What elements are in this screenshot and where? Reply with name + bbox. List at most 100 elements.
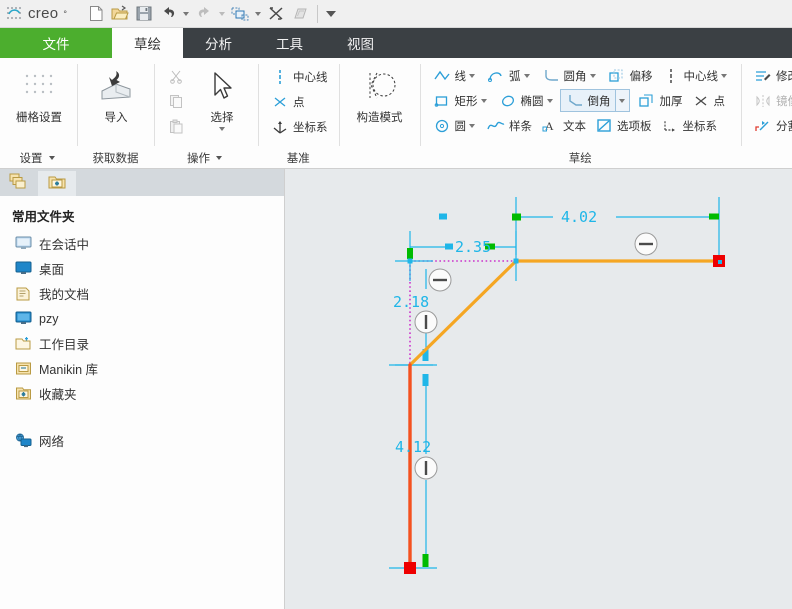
regenerate-icon[interactable] xyxy=(230,4,250,24)
import-label: 导入 xyxy=(104,112,128,124)
copy-button[interactable] xyxy=(162,89,193,114)
sketch-point-button[interactable]: 点 xyxy=(687,88,730,113)
nav-item-in-session[interactable]: 在会话中 xyxy=(0,231,284,256)
arc-button[interactable]: 弧 xyxy=(482,63,537,88)
customize-toolbar-icon[interactable] xyxy=(326,10,336,17)
creo-logo-trademark: ° xyxy=(63,8,67,19)
group-title-sketching: 草绘 xyxy=(420,148,742,168)
tab-file[interactable]: 文件 xyxy=(0,28,112,58)
palette-icon xyxy=(594,117,614,135)
desktop-icon xyxy=(14,261,32,277)
undo-icon[interactable] xyxy=(158,4,178,24)
undo-dropdown-caret[interactable] xyxy=(183,11,189,16)
dim-value-402[interactable]: 4.02 xyxy=(561,208,597,226)
graphics-window[interactable]: 4.02 2.35 2.18 4.12 xyxy=(285,169,792,609)
badge-horizontal-top[interactable] xyxy=(634,232,658,256)
user-folder-icon xyxy=(14,311,32,327)
spline-button[interactable]: 样条 xyxy=(482,113,536,138)
chamfer-dropdown-caret[interactable] xyxy=(615,89,630,112)
nav-item-my-documents[interactable]: 我的文档 xyxy=(0,281,284,306)
ellipse-button[interactable]: 椭圆 xyxy=(494,88,560,113)
select-button[interactable]: 选择 xyxy=(193,64,251,131)
paste-button[interactable] xyxy=(162,114,193,139)
grid-settings-button[interactable]: 栅格设置 xyxy=(8,64,70,125)
rectangle-icon xyxy=(432,92,452,110)
navigator-body: 常用文件夹 在会话中 桌面 我的文档 pzy 工作目录 Manikin 库 收藏… xyxy=(0,196,284,609)
regenerate-dropdown-caret[interactable] xyxy=(255,11,261,16)
offset-button[interactable]: 偏移 xyxy=(603,63,657,88)
tab-sketch[interactable]: 草绘 xyxy=(112,28,183,58)
text-label: 文本 xyxy=(563,120,586,133)
circle-button[interactable]: 圆 xyxy=(428,113,483,138)
nav-item-network[interactable]: 网络 xyxy=(0,428,284,453)
line-button[interactable]: 线 xyxy=(428,63,483,88)
ellipse-label: 椭圆 xyxy=(520,95,544,108)
thicken-button[interactable]: 加厚 xyxy=(633,88,687,113)
circle-label: 圆 xyxy=(454,120,467,133)
tab-analysis[interactable]: 分析 xyxy=(183,28,254,58)
constraint-badges[interactable] xyxy=(414,232,658,480)
navigator-tab-strip xyxy=(0,169,284,196)
nav-item-working-directory[interactable]: 工作目录 xyxy=(0,331,284,356)
favorites-tab[interactable] xyxy=(38,171,76,196)
vertex-corner[interactable] xyxy=(513,258,519,264)
datum-centerline-button[interactable]: 中心线 xyxy=(266,64,332,89)
rectangle-dropdown-caret[interactable] xyxy=(480,98,487,103)
creo-logo-icon xyxy=(6,6,23,21)
close-icon[interactable] xyxy=(266,4,286,24)
sketch-geometry[interactable] xyxy=(408,259,721,570)
new-file-icon[interactable] xyxy=(86,4,106,24)
nav-item-in-session-label: 在会话中 xyxy=(39,238,90,252)
import-button[interactable]: 导入 xyxy=(85,64,147,125)
nav-item-desktop[interactable]: 桌面 xyxy=(0,256,284,281)
dim-value-412[interactable]: 4.12 xyxy=(395,438,431,456)
circle-dropdown-caret[interactable] xyxy=(469,123,475,128)
fillet-button[interactable]: 圆角 xyxy=(537,63,603,88)
divide-button[interactable]: 分割 xyxy=(749,113,792,138)
redo-dropdown-caret[interactable] xyxy=(219,11,225,16)
modify-button[interactable]: 修改 xyxy=(749,63,792,88)
rectangle-button[interactable]: 矩形 xyxy=(428,88,494,113)
dim-value-218[interactable]: 2.18 xyxy=(393,293,429,311)
group-title-operations[interactable]: 操作 xyxy=(154,148,258,168)
endpoint-bottom[interactable] xyxy=(404,562,416,574)
mirror-button[interactable]: 镜像 xyxy=(749,88,792,113)
chevron-down-icon[interactable] xyxy=(48,156,55,160)
arc-dropdown-caret[interactable] xyxy=(523,73,530,78)
cut-button[interactable] xyxy=(162,64,193,89)
geometry-endpoints[interactable] xyxy=(404,255,725,574)
text-button[interactable]: A 文本 xyxy=(536,113,590,138)
nav-item-favorites[interactable]: 收藏夹 xyxy=(0,381,284,406)
sketch-canvas[interactable]: 4.02 2.35 2.18 4.12 xyxy=(285,169,792,609)
construction-mode-button[interactable]: 构造模式 xyxy=(347,64,413,125)
sketch-centerline-dropdown-caret[interactable] xyxy=(721,73,727,78)
tab-view[interactable]: 视图 xyxy=(325,28,396,58)
model-tree-tab[interactable] xyxy=(0,171,38,196)
fillet-dropdown-caret[interactable] xyxy=(589,73,596,78)
chevron-down-icon[interactable] xyxy=(216,156,222,160)
redo-icon[interactable] xyxy=(194,4,214,24)
sketch-centerline-button[interactable]: 中心线 xyxy=(657,63,735,88)
badge-vertical-lower[interactable] xyxy=(414,456,438,480)
open-file-icon[interactable] xyxy=(110,4,130,24)
tab-tools[interactable]: 工具 xyxy=(254,28,325,58)
dim-value-235[interactable]: 2.35 xyxy=(455,238,491,256)
group-title-settings[interactable]: 设置 xyxy=(0,148,77,168)
save-icon[interactable] xyxy=(134,4,154,24)
sketch-coord-button[interactable]: 坐标系 xyxy=(656,113,722,138)
nav-item-pzy[interactable]: pzy xyxy=(0,306,284,331)
nav-item-manikin-library[interactable]: Manikin 库 xyxy=(0,356,284,381)
line-dropdown-caret[interactable] xyxy=(469,73,475,78)
chamfer-button[interactable]: 倒角 xyxy=(559,89,616,112)
datum-point-label: 点 xyxy=(293,96,305,109)
badge-vertical-upper[interactable] xyxy=(414,310,438,334)
group-title-datum: 基准 xyxy=(258,148,339,168)
vertex-top-left[interactable] xyxy=(407,258,413,264)
badge-horizontal-mid[interactable] xyxy=(428,268,452,292)
display-style-icon[interactable] xyxy=(290,4,310,24)
select-dropdown-caret[interactable] xyxy=(219,127,225,131)
datum-point-button[interactable]: 点 xyxy=(266,89,332,114)
datum-coord-button[interactable]: 坐标系 xyxy=(266,114,332,139)
ellipse-dropdown-caret[interactable] xyxy=(546,98,553,103)
palette-button[interactable]: 选项板 xyxy=(590,113,656,138)
